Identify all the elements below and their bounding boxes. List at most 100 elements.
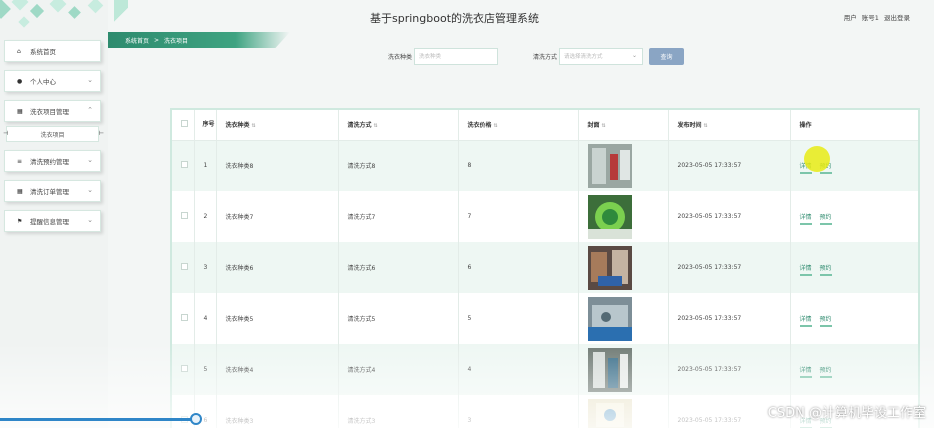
method-select-placeholder: 请选择清洗方式 — [564, 54, 603, 60]
video-progress-knob[interactable] — [190, 413, 202, 425]
cell-price: 7 — [458, 191, 579, 242]
header-time[interactable]: 发布时间 ⇅ — [668, 110, 791, 141]
sidebar-subitem-label: 洗衣项目 — [40, 131, 65, 139]
sidebar-subitem-laundry-project[interactable]: ⊣ 洗衣项目 ⊢ — [3, 126, 104, 142]
watermark: CSDN @计算机毕设工作室 — [767, 406, 926, 421]
cell-type: 洗衣种类5 — [216, 293, 339, 344]
sidebar-item-label: 系统首页 — [30, 48, 56, 56]
table-row: 5 洗衣种类4 清洗方式4 4 2023-05-05 17:33:57 详情 预约 — [172, 344, 918, 395]
header-price[interactable]: 洗衣价格 ⇅ — [458, 110, 579, 141]
app-root: ⌂ 系统首页 ● 个人中心 ⌄ ▦ 洗衣项目管理 ⌃ ⊣ 洗衣项目 ⊢ ≡ 清洗… — [0, 0, 934, 428]
cover-image — [587, 245, 632, 290]
user-icon: ● — [17, 77, 23, 85]
sidebar-item-label: 清洗订单管理 — [30, 188, 69, 196]
sidebar-item-wash-reservations[interactable]: ≡ 清洗预约管理 ⌄ — [4, 150, 101, 172]
search-bar: 洗衣种类 洗衣种类 清洗方式 请选择清洗方式 ⌄ 查询 — [388, 47, 685, 65]
row-checkbox[interactable] — [181, 212, 188, 219]
detail-button[interactable]: 详情 — [799, 316, 812, 327]
method-select[interactable]: 请选择清洗方式 ⌄ — [559, 47, 644, 65]
cell-type: 洗衣种类7 — [216, 191, 339, 242]
home-icon: ⌂ — [17, 47, 21, 55]
sort-icon: ⇅ — [373, 123, 378, 130]
cell-type: 洗衣种类8 — [216, 140, 339, 191]
logout-link[interactable]: 退出登录 — [884, 14, 910, 22]
breadcrumb-home[interactable]: 系统首页 — [125, 36, 149, 45]
header-no: 序号 — [194, 110, 217, 141]
header-checkbox-cell — [172, 110, 195, 141]
cell-method: 清洗方式8 — [338, 140, 459, 191]
cover-image — [587, 398, 632, 428]
sort-icon: ⇅ — [493, 123, 498, 130]
sidebar-item-wash-orders[interactable]: ▦ 清洗订单管理 ⌄ — [4, 180, 101, 202]
select-all-checkbox[interactable] — [181, 120, 188, 128]
grid-icon: ▦ — [17, 187, 23, 195]
header-cover[interactable]: 封面 ⇅ — [578, 110, 669, 141]
chevron-down-icon: ⌄ — [87, 156, 93, 164]
search-button[interactable]: 查询 — [649, 47, 685, 65]
chevron-down-icon: ⌄ — [632, 51, 638, 59]
sidebar-item-label: 清洗预约管理 — [30, 158, 69, 166]
detail-button[interactable]: 详情 — [799, 367, 812, 378]
reserve-button[interactable]: 预约 — [819, 214, 832, 225]
cell-method: 清洗方式6 — [338, 242, 459, 293]
detail-button[interactable]: 详情 — [799, 214, 812, 225]
user-role: 用户 — [843, 14, 857, 22]
cell-no: 2 — [194, 191, 217, 242]
cell-no: 1 — [194, 140, 217, 191]
sidebar-item-label: 个人中心 — [30, 78, 56, 86]
user-bar: 用户 账号1 退出登录 — [841, 12, 910, 22]
cell-method: 清洗方式7 — [338, 191, 459, 242]
row-checkbox[interactable] — [181, 161, 188, 169]
cell-price: 6 — [458, 242, 579, 293]
cell-time: 2023-05-05 17:33:57 — [668, 344, 791, 395]
header: 基于springboot的洗衣店管理系统 用户 账号1 退出登录 — [108, 0, 934, 34]
chevron-down-icon: ⌄ — [87, 216, 93, 224]
type-label: 洗衣种类 — [388, 53, 413, 61]
type-input[interactable]: 洗衣种类 — [414, 47, 499, 65]
cell-type: 洗衣种类4 — [216, 344, 339, 395]
sidebar-item-label: 提醒信息管理 — [30, 218, 69, 226]
cell-time: 2023-05-05 17:33:57 — [668, 140, 791, 191]
header-type[interactable]: 洗衣种类 ⇅ — [216, 110, 339, 141]
detail-button[interactable]: 详情 — [799, 265, 812, 276]
sidebar-menu: ⌂ 系统首页 ● 个人中心 ⌄ ▦ 洗衣项目管理 ⌃ ⊣ 洗衣项目 ⊢ ≡ 清洗… — [3, 40, 104, 240]
reserve-button[interactable]: 预约 — [819, 316, 832, 327]
breadcrumb-separator: > — [154, 36, 160, 44]
cell-time: 2023-05-05 17:33:57 — [668, 293, 791, 344]
row-checkbox[interactable] — [181, 314, 188, 321]
table-row: 3 洗衣种类6 清洗方式6 6 2023-05-05 17:33:57 详情 预约 — [172, 242, 918, 293]
method-label: 清洗方式 — [533, 53, 558, 61]
cell-method: 清洗方式3 — [338, 395, 459, 428]
cell-type: 洗衣种类6 — [216, 242, 339, 293]
reserve-button[interactable]: 预约 — [819, 367, 832, 378]
header-actions: 操作 — [790, 110, 918, 141]
cell-type: 洗衣种类3 — [216, 395, 339, 428]
cell-no: 4 — [194, 293, 217, 344]
sidebar-item-label: 洗衣项目管理 — [30, 108, 69, 116]
chevron-up-icon: ⌃ — [87, 106, 93, 114]
cell-time: 2023-05-05 17:33:57 — [668, 191, 791, 242]
cell-no: 3 — [194, 242, 217, 293]
sidebar-item-profile[interactable]: ● 个人中心 ⌄ — [4, 70, 101, 92]
page-title: 基于springboot的洗衣店管理系统 — [370, 12, 540, 25]
cell-method: 清洗方式5 — [338, 293, 459, 344]
sidebar-item-home[interactable]: ⌂ 系统首页 — [4, 40, 101, 62]
sort-icon: ⇅ — [251, 123, 256, 130]
sort-icon: ⇅ — [703, 123, 708, 130]
breadcrumb: 系统首页 > 洗衣项目 — [108, 32, 290, 48]
list-icon: ≡ — [17, 157, 23, 165]
row-checkbox[interactable] — [181, 263, 188, 270]
grid-icon: ▦ — [17, 107, 23, 115]
flag-icon: ⚑ — [17, 217, 23, 225]
user-account: 账号1 — [861, 14, 879, 22]
cover-image — [587, 296, 632, 341]
video-progress-bar[interactable] — [0, 418, 198, 421]
arrow-right-icon: ⊢ — [98, 130, 104, 137]
row-checkbox[interactable] — [181, 365, 188, 372]
table-row: 2 洗衣种类7 清洗方式7 7 2023-05-05 17:33:57 详情 预约 — [172, 191, 918, 242]
sort-icon: ⇅ — [601, 123, 606, 130]
sidebar-item-reminders[interactable]: ⚑ 提醒信息管理 ⌄ — [4, 210, 101, 232]
sidebar-item-laundry-projects[interactable]: ▦ 洗衣项目管理 ⌃ — [4, 100, 101, 122]
header-method[interactable]: 清洗方式 ⇅ — [338, 110, 459, 141]
reserve-button[interactable]: 预约 — [819, 265, 832, 276]
